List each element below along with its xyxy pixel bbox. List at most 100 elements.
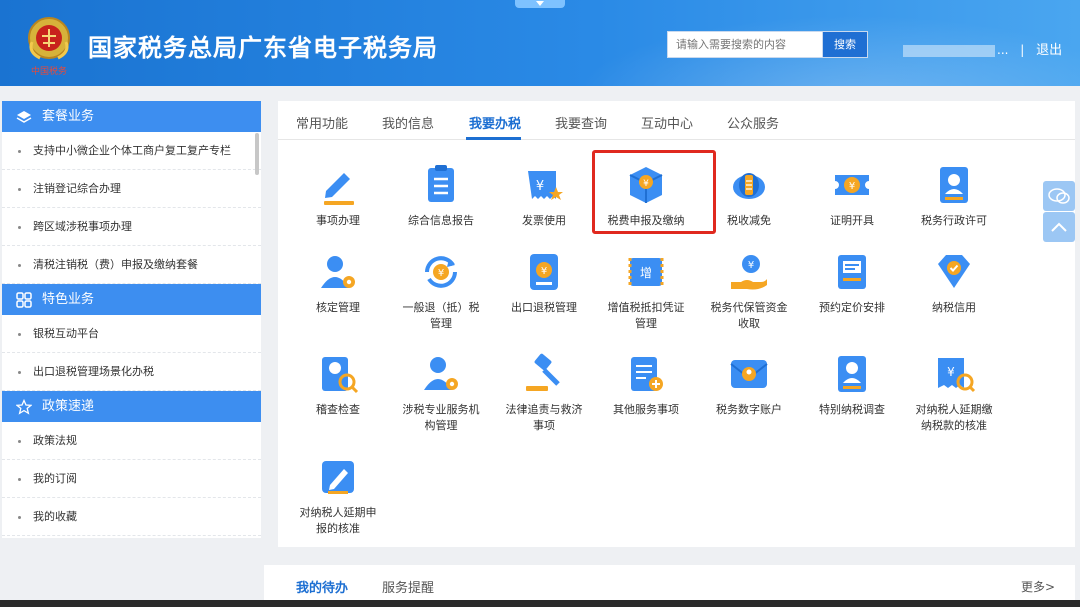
tile-legal-remedy[interactable]: 法律追责与救济 事项	[492, 352, 596, 434]
inspect-icon	[322, 357, 359, 394]
svg-text:¥: ¥	[748, 260, 754, 271]
tile-label: 综合信息报告	[408, 214, 474, 227]
sidebar-item[interactable]: 注销登记综合办理	[2, 170, 261, 208]
tab-tax-handling[interactable]: 我要办税	[469, 113, 521, 132]
sidebar-item[interactable]: 支持中小微企业个体工商户复工复产专栏	[2, 132, 261, 170]
tab-bar: 常用功能 我的信息 我要办税 我要查询 互动中心 公众服务	[278, 101, 1075, 140]
tile-vat-voucher[interactable]: 增 增值税抵扣凭证 管理	[594, 250, 698, 332]
sidebar-section-title: 套餐业务	[42, 109, 95, 124]
user-area: ... | 退出	[903, 39, 1062, 58]
tile-audit-inspection[interactable]: 稽查检查	[286, 352, 390, 418]
site-title: 国家税务总局广东省电子税务局	[88, 34, 438, 62]
sidebar-section-featured[interactable]: 特色业务	[2, 284, 261, 315]
tile-info-report[interactable]: 综合信息报告	[389, 163, 493, 229]
user-name-redacted[interactable]	[903, 44, 995, 57]
tile-label: 对纳税人延期缴	[915, 403, 993, 416]
tile-refund[interactable]: ¥ 一般退（抵）税 管理	[389, 250, 493, 332]
special-survey-icon	[838, 356, 866, 392]
sidebar-item[interactable]: 银税互动平台	[2, 315, 261, 353]
gavel-icon	[526, 353, 560, 391]
tile-label: 事项办理	[316, 214, 360, 227]
tile-label: 证明开具	[830, 214, 874, 227]
tile-label: 稽查检查	[316, 403, 360, 416]
sidebar-item[interactable]: 出口退税管理场景化办税	[2, 353, 261, 391]
tile-label: 发票使用	[522, 214, 566, 227]
export-tablet-icon: ¥	[530, 254, 558, 290]
tile-label-line2: 管理	[635, 317, 657, 330]
highlight-box	[592, 150, 716, 234]
delay-declare-icon	[322, 461, 354, 494]
tile-label: 特别纳税调查	[819, 403, 885, 416]
agency-user-icon	[424, 357, 458, 390]
sidebar-item[interactable]: 清税注销税（费）申报及缴纳套餐	[2, 246, 261, 284]
vat-voucher-icon: 增	[628, 258, 664, 286]
ticket-icon: ¥	[835, 175, 869, 195]
sidebar-section-policy[interactable]: 政策速递	[2, 391, 261, 422]
chat-float-button[interactable]	[1043, 181, 1075, 211]
chevron-up-icon	[1051, 222, 1067, 232]
coins-icon	[733, 173, 765, 199]
tile-label: 税务行政许可	[921, 214, 987, 227]
sidebar-item[interactable]: 我的订阅	[2, 460, 261, 498]
svg-text:¥: ¥	[849, 181, 855, 192]
sidebar-section-package[interactable]: 套餐业务	[2, 101, 261, 132]
tile-special-survey[interactable]: 特别纳税调查	[800, 352, 904, 418]
logout-link[interactable]: 退出	[1036, 39, 1062, 58]
back-to-top-button[interactable]	[1043, 212, 1075, 242]
tile-label-line2: 构管理	[424, 419, 458, 432]
svg-text:增: 增	[640, 266, 652, 280]
document-list-icon	[428, 165, 454, 202]
layers-icon	[16, 109, 32, 125]
tab-public-service[interactable]: 公众服务	[727, 113, 779, 132]
chevron-down-icon[interactable]	[536, 1, 544, 6]
tile-invoice[interactable]: ¥ 发票使用	[492, 163, 596, 229]
sidebar: 套餐业务 支持中小微企业个体工商户复工复产专栏 注销登记综合办理 跨区域涉税事项…	[2, 101, 261, 538]
sidebar-item[interactable]: 我的收藏	[2, 498, 261, 536]
refund-icon: ¥	[425, 256, 457, 288]
tile-agency-management[interactable]: 涉税专业服务机 构管理	[389, 352, 493, 434]
svg-text:¥: ¥	[541, 266, 547, 277]
tab-my-info[interactable]: 我的信息	[382, 113, 434, 132]
pricing-doc-icon	[838, 255, 866, 289]
tile-label: 法律追责与救济	[505, 403, 583, 416]
user-name-suffix[interactable]: ...	[997, 43, 1008, 57]
tile-tax-credit[interactable]: 纳税信用	[902, 250, 1006, 316]
search-input[interactable]	[667, 31, 822, 58]
tile-delay-declaration[interactable]: 对纳税人延期申 报的核准	[286, 455, 390, 537]
tile-item-handling[interactable]: 事项办理	[286, 163, 390, 229]
tile-label: 预约定价安排	[819, 301, 885, 314]
hand-money-icon: ¥	[731, 255, 767, 290]
tile-pricing-arrangement[interactable]: 预约定价安排	[800, 250, 904, 316]
tab-my-todo[interactable]: 我的待办	[296, 577, 348, 596]
tile-certificate-issue[interactable]: ¥ 证明开具	[800, 163, 904, 229]
sidebar-item[interactable]: 政策法规	[2, 422, 261, 460]
tile-label: 核定管理	[316, 301, 360, 314]
tile-assessment[interactable]: 核定管理	[286, 250, 390, 316]
pen-icon	[324, 173, 354, 205]
tile-custody-funds[interactable]: ¥ 税务代保管资金 收取	[697, 250, 801, 332]
delay-payment-icon: ¥	[938, 358, 976, 393]
tile-label: 对纳税人延期申	[299, 506, 377, 519]
sidebar-scrollbar[interactable]	[255, 133, 259, 175]
digital-account-icon	[730, 360, 768, 388]
search-button[interactable]: 搜索	[822, 31, 868, 58]
tab-query[interactable]: 我要查询	[555, 113, 607, 132]
tile-digital-account[interactable]: 税务数字账户	[697, 352, 801, 418]
tab-common[interactable]: 常用功能	[296, 113, 348, 132]
header-separator: |	[1020, 43, 1025, 57]
tile-admin-license[interactable]: 税务行政许可	[902, 163, 1006, 229]
more-link[interactable]: 更多>	[1021, 578, 1055, 595]
tile-delay-payment[interactable]: ¥ 对纳税人延期缴 纳税款的核准	[902, 352, 1006, 434]
site-header: 中国税务 国家税务总局广东省电子税务局 搜索 ... | 退出	[0, 0, 1080, 86]
tab-service-reminder[interactable]: 服务提醒	[382, 577, 434, 596]
sidebar-item[interactable]: 跨区域涉税事项办理	[2, 208, 261, 246]
grid-icon	[16, 291, 32, 308]
tile-export-refund[interactable]: ¥ 出口退税管理	[492, 250, 596, 316]
tab-interaction[interactable]: 互动中心	[641, 113, 693, 132]
credit-badge-icon	[938, 255, 970, 288]
tile-other-services[interactable]: 其他服务事项	[594, 352, 698, 418]
sidebar-section-title: 政策速递	[42, 399, 95, 414]
certificate-icon	[940, 167, 968, 203]
tile-label-line2: 管理	[430, 317, 452, 330]
tile-label-line2: 报的核准	[316, 522, 360, 535]
